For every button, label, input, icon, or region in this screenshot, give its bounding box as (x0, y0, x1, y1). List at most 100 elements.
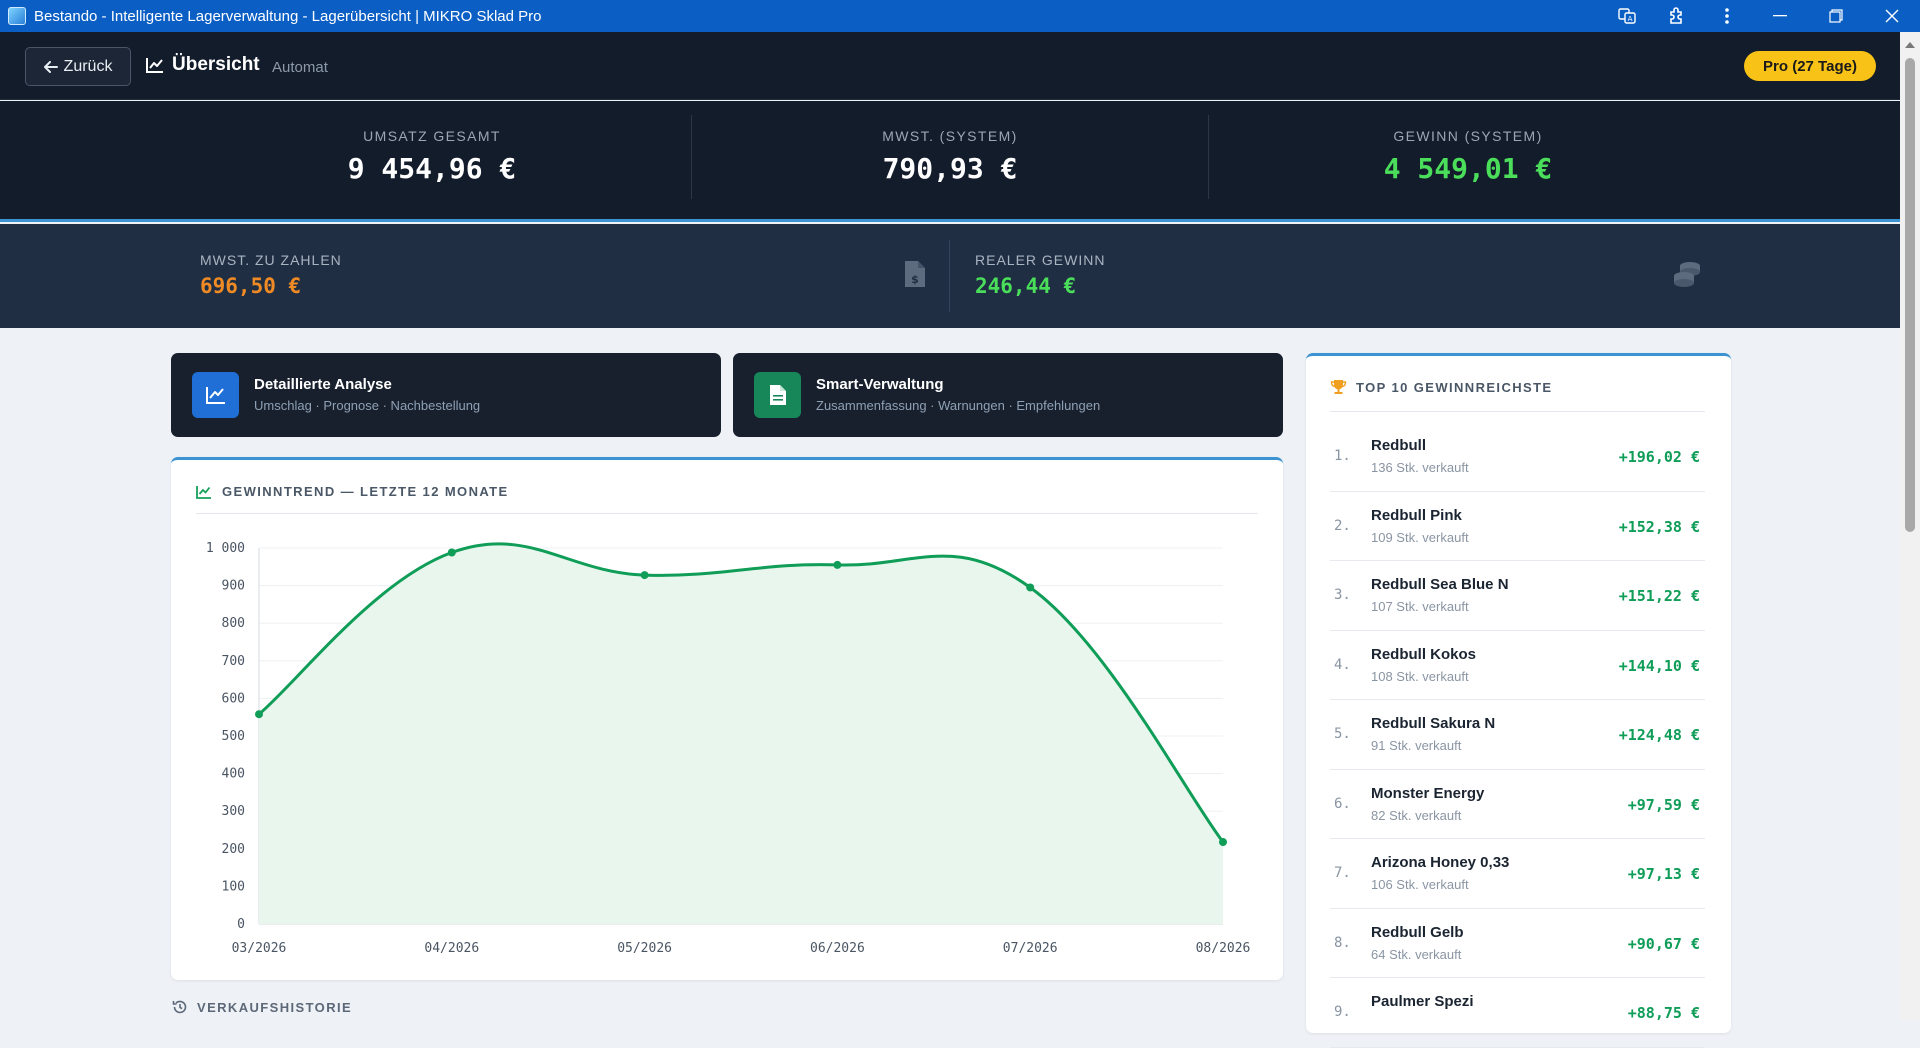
product-name: Redbull Pink (1371, 506, 1462, 524)
app-header: Zurück Übersicht Automat Pro (27 Tage) (0, 32, 1900, 100)
back-button[interactable]: Zurück (25, 47, 131, 86)
list-item[interactable]: 9. Paulmer Spezi +88,75 € (1330, 978, 1705, 1048)
profit-value: +88,75 € (1627, 1004, 1700, 1022)
stat-label: MWST. (SYSTEM) (882, 128, 1018, 144)
profit-value: +90,67 € (1627, 934, 1700, 953)
stat-label: GEWINN (SYSTEM) (1393, 128, 1543, 144)
stat-mwst-zahlen: MWST. ZU ZAHLEN 696,50 € (200, 252, 342, 298)
arrow-left-icon (43, 60, 58, 73)
list-item[interactable]: 3. Redbull Sea Blue N 107 Stk. verkauft +15… (1330, 561, 1705, 631)
profit-chart: 0 100 200 300 400 500 600 700 800 900 1 000 03/2026… (206, 541, 1251, 956)
sales-history-header: VERKAUFSHISTORIE (172, 999, 352, 1015)
product-name: Redbull Sea Blue N (1371, 576, 1509, 593)
sold-count: 91 Stk. verkauft (1371, 738, 1462, 753)
stat-value: 246,44 € (975, 274, 1077, 298)
y-tick-label: 300 (222, 804, 245, 819)
window-title: Bestando - Intelligente Lagerverwaltung … (34, 7, 542, 25)
restore-icon[interactable] (1808, 0, 1864, 32)
profit-value: +97,59 € (1627, 795, 1700, 814)
card-title: Detaillierte Analyse (254, 376, 392, 393)
list-item[interactable]: 2. Redbull Pink 109 Stk. verkauft +152,38 € (1330, 492, 1705, 561)
minimize-icon[interactable] (1752, 0, 1808, 32)
data-point (640, 571, 649, 580)
rank: 6. (1334, 795, 1351, 812)
data-point (447, 548, 456, 557)
sold-count: 107 Stk. verkauft (1371, 599, 1469, 614)
page-title: Übersicht (146, 54, 260, 76)
line-chart-icon (146, 58, 163, 73)
top10-card: TOP 10 GEWINNREICHSTE 1. Redbull 136 Stk. … (1306, 353, 1731, 1048)
rank: 4. (1334, 656, 1351, 673)
scroll-thumb[interactable] (1905, 58, 1915, 532)
sales-history-title: VERKAUFSHISTORIE (197, 999, 353, 1015)
list-item[interactable]: 5. Redbull Sakura N 91 Stk. verkauft +124,4… (1330, 700, 1705, 770)
page-scrollbar[interactable] (1900, 32, 1920, 1020)
card-smart-management[interactable]: Smart-Verwaltung Zusammenfassung · Warnu… (733, 353, 1283, 437)
product-name: Redbull Kokos (1371, 645, 1477, 663)
back-button-label: Zurück (63, 57, 113, 75)
x-tick-label: 08/2026 (1196, 941, 1251, 956)
coins-icon (1674, 262, 1700, 287)
product-name: Redbull (1371, 437, 1426, 454)
close-icon[interactable] (1864, 0, 1920, 32)
y-tick-label: 400 (222, 767, 245, 782)
rank: 2. (1334, 517, 1351, 534)
series-area (259, 543, 1223, 924)
sold-count: 109 Stk. verkauft (1371, 529, 1469, 545)
y-tick-label: 900 (222, 579, 245, 594)
x-tick-label: 04/2026 (424, 941, 479, 956)
stat-value: 4 549,01 € (1383, 152, 1553, 185)
sold-count: 82 Stk. verkauft (1371, 807, 1462, 823)
stat-value: 9 454,96 € (347, 152, 517, 185)
data-point (255, 710, 263, 719)
profit-value: +97,13 € (1627, 865, 1700, 883)
window-titlebar: Bestando - Intelligente Lagerverwaltung … (0, 0, 1920, 32)
list-item[interactable]: 6. Monster Energy 82 Stk. verkauft +97,59 € (1330, 770, 1705, 839)
x-tick-label: 07/2026 (1003, 941, 1058, 956)
product-name: Redbull Sakura N (1371, 715, 1496, 732)
data-point (833, 560, 842, 569)
y-tick-label: 200 (222, 842, 245, 857)
stat-label: UMSATZ GESAMT (363, 128, 501, 144)
card-subtitle: Umschlag · Prognose · Nachbestellung (254, 398, 481, 413)
profit-trend-card: GEWINNTREND — LETZTE 12 MONATE 0 100 200 30… (171, 457, 1283, 980)
list-item[interactable]: 8. Redbull Gelb 64 Stk. verkauft +90,67 € (1330, 909, 1705, 978)
product-name: Paulmer Spezi (1371, 993, 1474, 1010)
y-tick-label: 800 (222, 616, 245, 631)
stat-mwst: MWST. (SYSTEM) 790,93 € (692, 101, 1208, 219)
sold-count: 64 Stk. verkauft (1371, 946, 1462, 962)
translate-icon[interactable]: A (1602, 0, 1652, 32)
scroll-up-arrow-icon[interactable] (1905, 42, 1915, 48)
profit-value: +144,10 € (1618, 656, 1700, 675)
data-point (1026, 583, 1035, 592)
card-detailed-analysis[interactable]: Detaillierte Analyse Umschlag · Prognose… (171, 353, 721, 437)
profit-value: +196,02 € (1618, 448, 1700, 466)
list-item[interactable]: 1. Redbull 136 Stk. verkauft +196,02 € (1330, 422, 1705, 492)
stat-value: 790,93 € (882, 152, 1018, 185)
divider (949, 240, 950, 312)
top10-title: TOP 10 GEWINNREICHSTE (1356, 379, 1553, 395)
card-subtitle: Zusammenfassung · Warnungen · Empfehlung… (816, 398, 1101, 413)
list-item[interactable]: 4. Redbull Kokos 108 Stk. verkauft +144,10 … (1330, 631, 1705, 700)
list-item[interactable]: 7. Arizona Honey 0,33 106 Stk. verkauft +97… (1330, 839, 1705, 909)
svg-text:$: $ (911, 273, 919, 286)
analysis-chart-icon (192, 372, 239, 418)
product-name: Arizona Honey 0,33 (1371, 854, 1510, 871)
extensions-icon[interactable] (1652, 0, 1702, 32)
product-name: Redbull Gelb (1371, 923, 1464, 941)
rank: 3. (1334, 587, 1351, 603)
sold-count: 106 Stk. verkauft (1371, 877, 1469, 892)
stat-label: MWST. ZU ZAHLEN (200, 252, 342, 268)
history-icon (172, 1000, 187, 1014)
profit-value: +152,38 € (1618, 517, 1700, 536)
top10-header: TOP 10 GEWINNREICHSTE (1330, 379, 1553, 395)
stat-umsatz: UMSATZ GESAMT 9 454,96 € (172, 101, 692, 219)
trophy-icon (1330, 380, 1347, 394)
more-options-icon[interactable] (1702, 0, 1752, 32)
pro-badge[interactable]: Pro (27 Tage) (1744, 51, 1876, 81)
card-title: Smart-Verwaltung (816, 376, 944, 393)
rank: 8. (1334, 934, 1351, 951)
rank: 5. (1334, 726, 1351, 742)
rank: 1. (1334, 448, 1351, 464)
x-tick-label: 03/2026 (232, 941, 287, 956)
